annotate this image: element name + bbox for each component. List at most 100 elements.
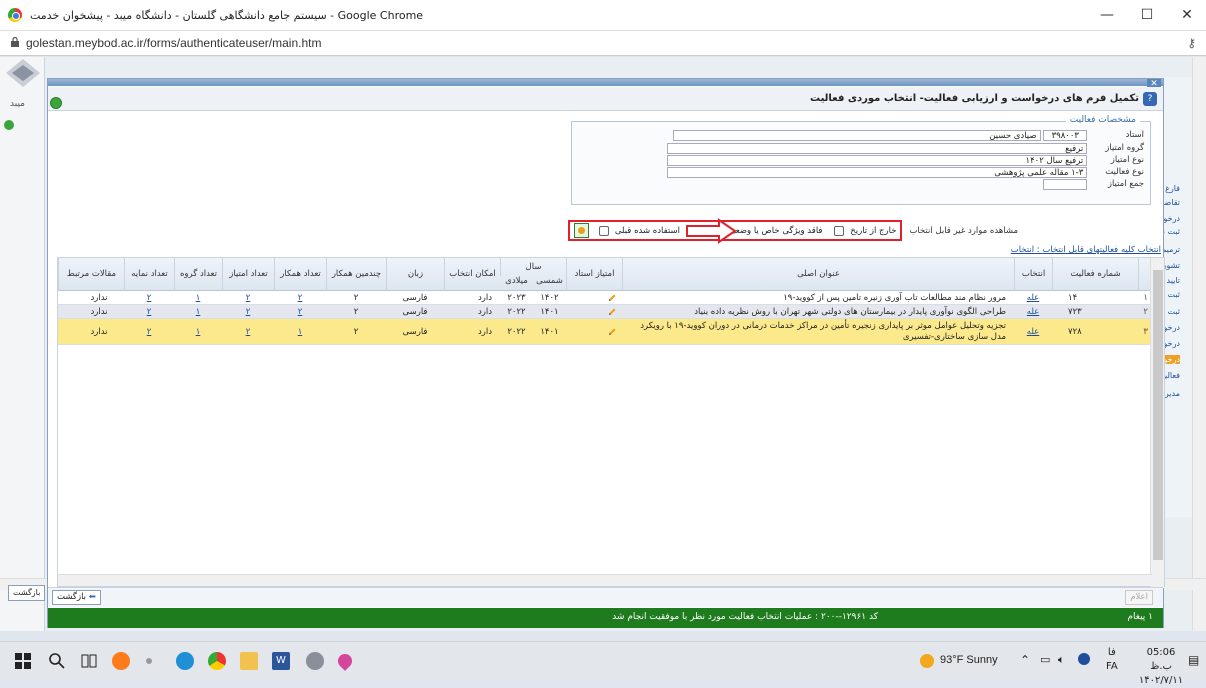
pencil-icon[interactable] <box>608 294 616 302</box>
activity-specs-box: مشخصات فعالیت استاد ۳۹۸۰۰۳ صیادی حسین گر… <box>571 115 1151 205</box>
table-row-selected[interactable]: ۳ ۷۲۸ عله تجزیه وتحلیل عوامل موثر بر پای… <box>58 319 1152 345</box>
left-panel: میبد <box>0 57 45 631</box>
status-message: کد ۱۲۹۶۱--۲۰۰ : عملیات انتخاب فعالیت مور… <box>612 612 878 622</box>
total-points-field <box>1043 179 1088 190</box>
th-coauthors-count[interactable]: تعداد همکار <box>274 258 326 291</box>
search-icon[interactable] <box>48 652 66 670</box>
spec-points-type: نوع امتیاز ترفیع سال ۱۴۰۲ <box>667 155 1144 166</box>
status-bar: ۱ پیغام کد ۱۲۹۶۱--۲۰۰ : عملیات انتخاب فع… <box>48 608 1163 628</box>
notifications-icon[interactable]: ▤ <box>1188 653 1199 667</box>
th-index-count[interactable]: تعداد نمایه <box>124 258 174 291</box>
back-button[interactable]: ⬅ بازگشت <box>52 590 101 605</box>
indexes-link[interactable]: ۲ <box>124 293 174 303</box>
firefox-icon[interactable] <box>112 652 130 670</box>
groups-link[interactable]: ۱ <box>174 293 222 303</box>
points-link[interactable]: ۲ <box>222 307 274 317</box>
th-title[interactable]: عنوان اصلی <box>622 258 1014 291</box>
message-count[interactable]: ۱ پیغام <box>1127 612 1153 622</box>
indexes-link[interactable]: ۲ <box>124 327 174 337</box>
table-row[interactable]: ۲ ۷۲۳ عله طراحی الگوی نوآوری پایدار در ب… <box>58 305 1152 319</box>
paint-icon[interactable] <box>306 652 324 670</box>
help-icon[interactable]: ? <box>1143 92 1157 106</box>
select-link[interactable]: عله <box>1014 293 1052 303</box>
groups-link[interactable]: ۱ <box>174 327 222 337</box>
indexes-link[interactable]: ۲ <box>124 307 174 317</box>
outer-back-button[interactable]: بازگشت <box>8 585 46 601</box>
activity-title: تجزیه وتحلیل عوامل موثر بر پایداری زنجیر… <box>640 321 1006 342</box>
window-title: سیستم جامع دانشگاهی گلستان - دانشگاه میب… <box>30 9 424 22</box>
close-window-button[interactable]: ✕ <box>1170 4 1204 26</box>
spec-teacher: استاد ۳۹۸۰۰۳ صیادی حسین <box>672 130 1144 141</box>
university-logo-icon <box>6 59 40 87</box>
activities-table: شماره فعالیت انتخاب عنوان اصلی امتیاز اس… <box>57 257 1165 588</box>
coauthors-link[interactable]: ۱ <box>274 327 326 337</box>
filter-label: مشاهده موارد غیر قابل انتخاب <box>909 225 1018 236</box>
scrollbar-thumb[interactable] <box>1153 270 1163 560</box>
lock-icon <box>11 37 19 47</box>
pinned-dot-icon[interactable] <box>146 658 152 664</box>
th-group-count[interactable]: تعداد گروه <box>174 258 222 291</box>
select-link[interactable]: عله <box>1014 307 1052 317</box>
out-of-date-checkbox[interactable] <box>834 225 845 236</box>
language-indicator[interactable]: فا FA <box>1106 646 1118 674</box>
pencil-icon[interactable] <box>608 308 616 316</box>
windows-taskbar: W 93°F Sunny ⌃ ▭ 🔈︎ فا FA 05:06 ب.ظ ۱۴۰۲… <box>0 641 1206 686</box>
volume-icon[interactable]: 🔈︎ <box>1058 653 1065 667</box>
spec-total: جمع امتیاز <box>1043 179 1144 190</box>
th-year-shamsi[interactable]: شمسی <box>533 276 566 286</box>
th-year-miladi[interactable]: میلادی <box>500 276 533 286</box>
previously-used-checkbox[interactable] <box>598 225 609 236</box>
task-view-icon[interactable] <box>80 652 98 670</box>
chevron-up-icon[interactable]: ⌃ <box>1020 653 1030 667</box>
groups-link[interactable]: ۱ <box>174 307 222 317</box>
confirm-button[interactable]: اعلام <box>1125 590 1153 605</box>
points-link[interactable]: ۲ <box>222 293 274 303</box>
refresh-filter-button[interactable] <box>574 223 590 238</box>
teacher-code-field: ۳۹۸۰۰۳ <box>1043 130 1088 141</box>
table-row[interactable]: ۱ ۱۴ عله مرور نظام مند مطالعات تاب آوری … <box>58 291 1152 305</box>
maximize-button[interactable]: ☐ <box>1130 4 1164 26</box>
th-teacher-points[interactable]: امتیاز استاد <box>566 258 622 291</box>
points-link[interactable]: ۲ <box>222 327 274 337</box>
pencil-icon[interactable] <box>608 328 616 336</box>
th-year: سال <box>500 258 566 276</box>
th-nth-coauthor[interactable]: چندمین همکار <box>326 258 386 291</box>
word-icon[interactable]: W <box>272 652 290 670</box>
file-explorer-icon[interactable] <box>240 652 258 670</box>
table-horizontal-scrollbar[interactable] <box>58 574 1152 586</box>
select-all-link[interactable]: انتخاب کلیه فعالیتهای قابل انتخاب <box>1042 245 1161 255</box>
chrome-taskbar-icon[interactable] <box>208 652 226 670</box>
th-language[interactable]: زبان <box>386 258 444 291</box>
url-text[interactable]: golestan.meybod.ac.ir/forms/authenticate… <box>26 36 321 50</box>
select-link[interactable]: عله <box>1014 327 1052 337</box>
logo-text: میبد <box>10 99 25 109</box>
windows-start-icon[interactable] <box>14 652 32 670</box>
th-can-select[interactable]: امکان انتخاب <box>444 258 500 291</box>
side-link[interactable]: ترمیم <box>1161 245 1180 254</box>
address-bar[interactable]: golestan.meybod.ac.ir/forms/authenticate… <box>0 31 1206 56</box>
points-group-field: ترفیع <box>667 143 1088 154</box>
th-points-count[interactable]: تعداد امتیاز <box>222 258 274 291</box>
filter-row: مشاهده موارد غیر قابل انتخاب خارج از تار… <box>568 220 1018 241</box>
status-ok-icon <box>4 120 14 130</box>
edge-icon[interactable] <box>176 652 194 670</box>
clock[interactable]: 05:06 ب.ظ ۱۴۰۲/۷/۱۱ <box>1138 646 1184 688</box>
activity-type-field: ۱-۳ مقاله علمی پژوهشی <box>667 167 1088 178</box>
page-vertical-scrollbar[interactable] <box>1192 57 1206 631</box>
weather-text[interactable]: 93°F Sunny <box>940 654 998 666</box>
key-icon[interactable]: ⚷ <box>1187 36 1196 50</box>
coauthors-link[interactable]: ۲ <box>274 293 326 303</box>
coauthors-link[interactable]: ۲ <box>274 307 326 317</box>
drop-app-icon[interactable] <box>335 651 355 671</box>
th-select[interactable]: انتخاب <box>1014 258 1052 291</box>
network-icon[interactable]: ▭ <box>1040 653 1050 666</box>
dialog-toolbar: ⬅ بازگشت اعلام <box>48 587 1163 607</box>
dialog-drag-bar[interactable] <box>48 79 1163 86</box>
table-vertical-scrollbar[interactable] <box>1150 258 1164 588</box>
th-activity-no[interactable]: شماره فعالیت <box>1052 258 1138 291</box>
minimize-button[interactable]: — <box>1090 4 1124 26</box>
app-tray-icon[interactable] <box>1078 653 1090 665</box>
points-type-field: ترفیع سال ۱۴۰۲ <box>667 155 1088 166</box>
th-related-articles[interactable]: مقالات مرتبط <box>58 258 124 291</box>
select-link[interactable]: انتخاب <box>1011 245 1034 255</box>
